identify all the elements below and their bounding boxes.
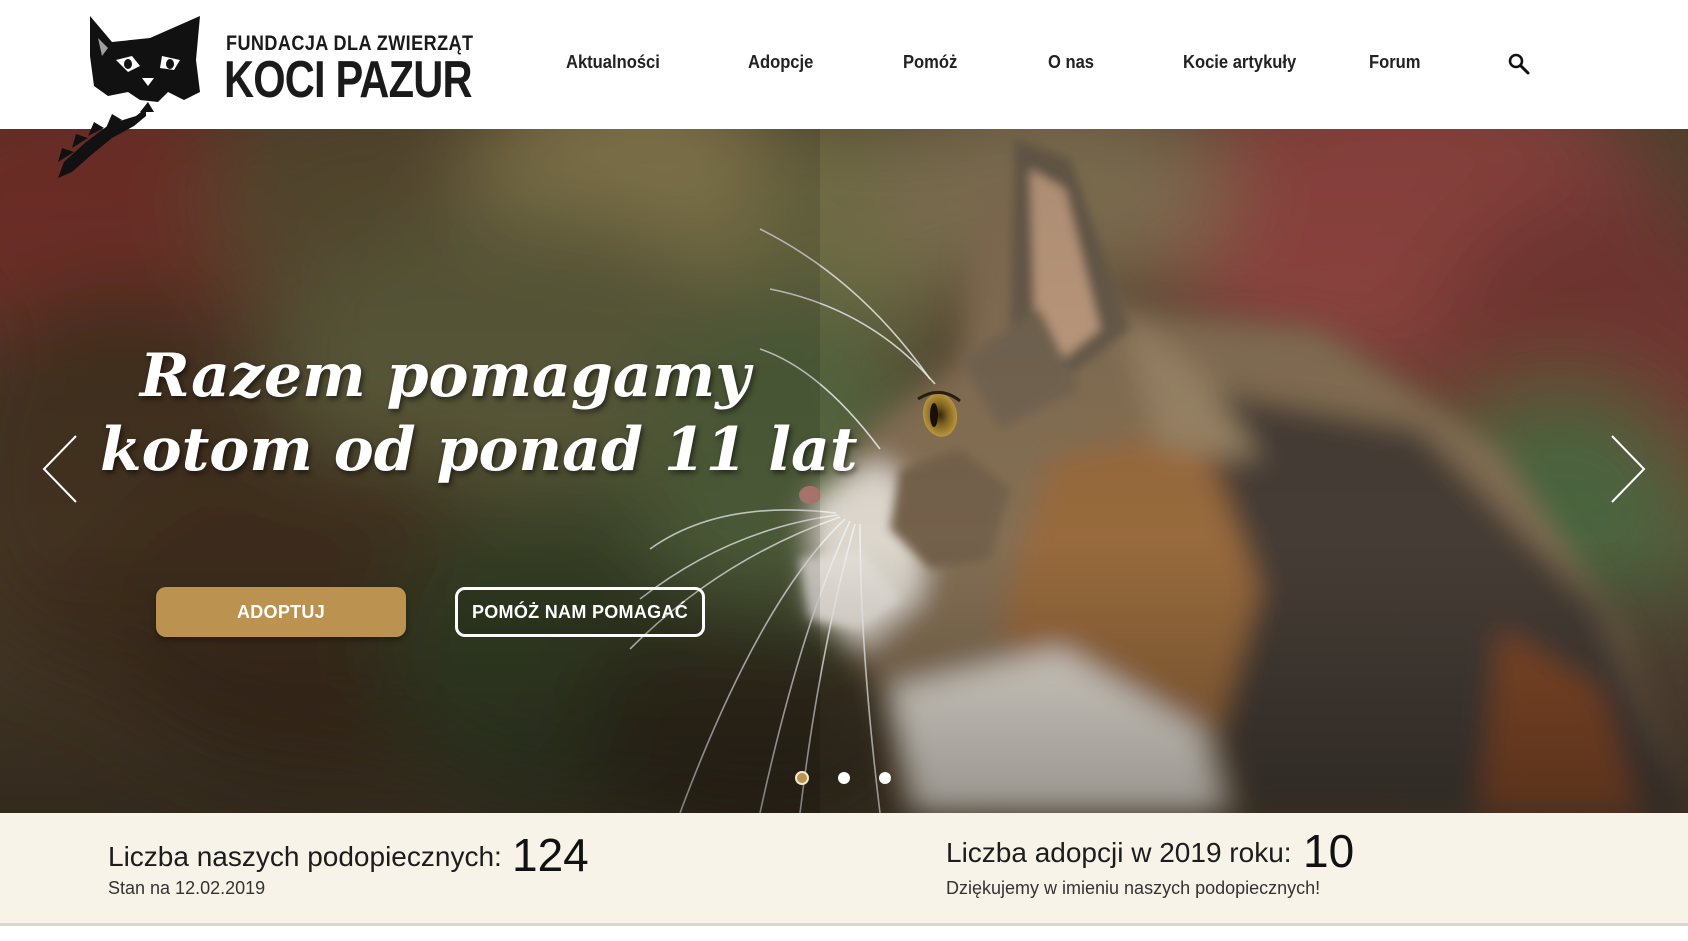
stats-bar: Liczba naszych podopiecznych: 124 Stan n… [0,813,1688,926]
help-us-button[interactable]: POMÓŻ NAM POMAGAĆ [455,587,705,637]
cat-claw-logo-icon [58,16,200,178]
slider-dots [795,771,905,787]
wards-count-note: Stan na 12.02.2019 [108,878,266,898]
hero-heading-line2: kotom od ponad 11 lat [100,415,858,485]
adoptions-count-value: 10 [1303,825,1355,877]
wards-count-label: Liczba naszych podopiecznych: [108,841,502,872]
adoptions-count-note: Dziękujemy w imieniu naszych podopieczny… [946,878,1321,898]
nav-item-forum[interactable]: Forum [1369,52,1421,73]
hero-heading: Razem pomagamy kotom od ponad 11 lat [100,339,858,487]
site-logo[interactable]: FUNDACJA DLA ZWIERZĄT KOCI PAZUR [50,12,473,182]
main-nav: Aktualności Adopcje Pomóż O nas Kocie ar… [0,52,1688,76]
adoptions-count-label: Liczba adopcji w 2019 roku: [946,837,1292,868]
site-header: FUNDACJA DLA ZWIERZĄT KOCI PAZUR Aktualn… [0,0,1688,178]
chevron-right-icon[interactable] [1608,434,1648,504]
nav-item-adopcje[interactable]: Adopcje [748,52,813,73]
nav-item-kocie-artykuly[interactable]: Kocie artykuły [1183,52,1296,73]
search-icon[interactable] [1508,53,1530,75]
nav-item-o-nas[interactable]: O nas [1048,52,1094,73]
hero-heading-line1: Razem pomagamy [139,341,751,411]
hero-slider: Razem pomagamy kotom od ponad 11 lat ADO… [0,129,1688,813]
nav-item-aktualnosci[interactable]: Aktualności [566,52,660,73]
chevron-left-icon[interactable] [40,434,80,504]
adopt-button[interactable]: ADOPTUJ [156,587,406,637]
wards-count-value: 124 [512,829,589,881]
slider-dot-1[interactable] [795,771,809,785]
slider-dot-2[interactable] [838,772,850,784]
slider-dot-3[interactable] [879,772,891,784]
nav-item-pomoz[interactable]: Pomóż [903,52,957,73]
